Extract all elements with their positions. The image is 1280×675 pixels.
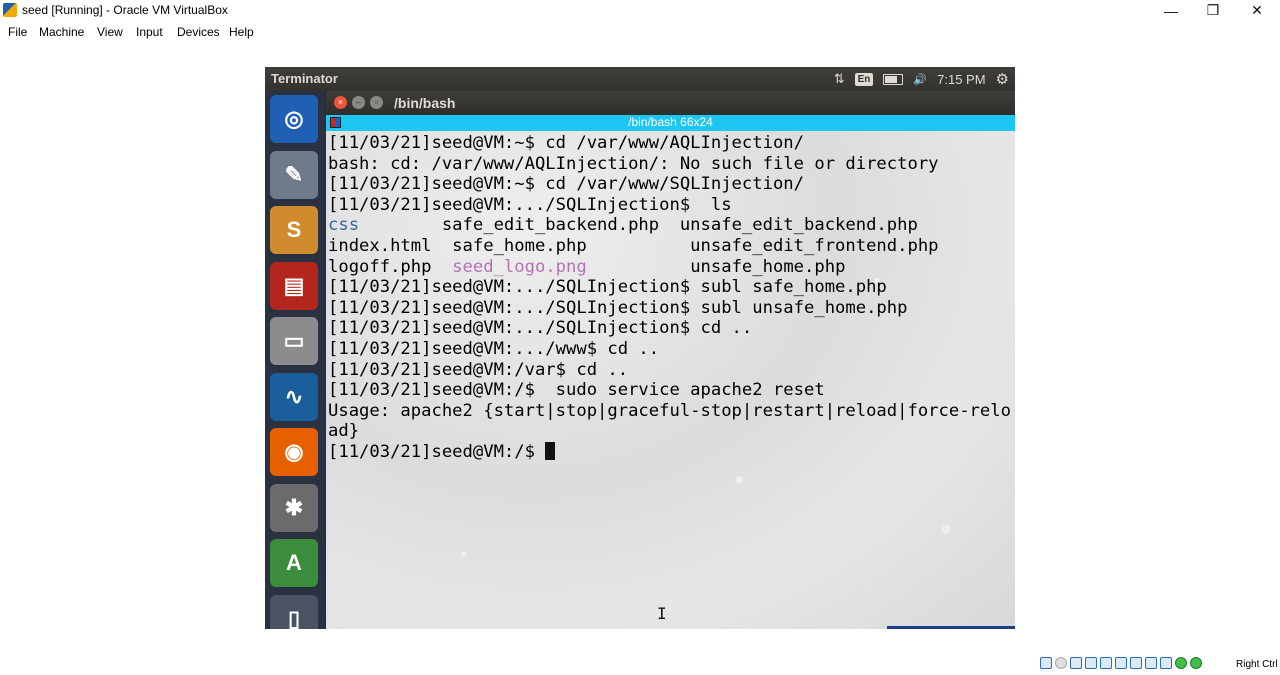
- terminal-close-icon[interactable]: ×: [334, 96, 347, 109]
- terminal-line: [11/03/21]seed@VM:.../SQLInjection$ cd .…: [328, 318, 1011, 339]
- terminal-text-segment: [11/03/21]seed@VM:.../SQLInjection$ subl…: [328, 297, 908, 318]
- launcher-trash-icon[interactable]: ▯: [270, 594, 318, 629]
- terminal-text-segment: ad}: [328, 421, 360, 442]
- terminal-line: [11/03/21]seed@VM:/$: [328, 441, 1011, 463]
- host-statusbar: Right Ctrl: [0, 655, 1280, 675]
- terminal-line: [11/03/21]seed@VM:~$ cd /var/www/SQLInje…: [328, 174, 1011, 195]
- terminal-text-segment: [11/03/21]seed@VM:.../SQLInjection$ cd .…: [328, 318, 753, 339]
- terminal-body[interactable]: [11/03/21]seed@VM:~$ cd /var/www/AQLInje…: [326, 131, 1015, 629]
- system-tray: ⇅ En 🔊 7:15 PM ⚙: [834, 70, 1009, 88]
- terminal-text-segment: [11/03/21]seed@VM:/var$ cd ..: [328, 359, 629, 380]
- terminal-line: logoff.php seed_logo.png unsafe_home.php: [328, 257, 1011, 278]
- audio-icon[interactable]: [1070, 657, 1082, 669]
- menu-machine[interactable]: Machine: [39, 25, 84, 39]
- terminal-line: index.html safe_home.php unsafe_edit_fro…: [328, 236, 1011, 257]
- terminal-line: ad}: [328, 421, 1011, 442]
- optical-drive-icon[interactable]: [1055, 657, 1067, 669]
- terminal-maximize-icon[interactable]: ▫: [370, 96, 383, 109]
- terminal-text-segment: [11/03/21]seed@VM:.../www$ cd ..: [328, 338, 660, 359]
- terminal-output: [11/03/21]seed@VM:~$ cd /var/www/AQLInje…: [328, 133, 1011, 463]
- launcher-software-updater-icon[interactable]: A: [270, 539, 318, 587]
- terminal-text-segment: seed_logo.png: [452, 256, 587, 277]
- launcher-firefox-icon[interactable]: ◉: [270, 428, 318, 476]
- terminal-window-title: /bin/bash: [394, 95, 456, 111]
- terminal-text-segment: [11/03/21]seed@VM:.../SQLInjection$ ls: [328, 194, 732, 215]
- cpu-icon[interactable]: [1175, 657, 1187, 669]
- terminal-line: [11/03/21]seed@VM:/$ sudo service apache…: [328, 380, 1011, 401]
- host-menubar: File Machine View Input Devices Help: [0, 22, 1280, 42]
- virtualbox-icon: [3, 3, 17, 17]
- launcher-sublime-text-icon[interactable]: S: [270, 206, 318, 254]
- usb-icon[interactable]: [1100, 657, 1112, 669]
- video-capture-icon[interactable]: [1145, 657, 1157, 669]
- terminal-line: [11/03/21]seed@VM:/var$ cd ..: [328, 360, 1011, 381]
- menu-input[interactable]: Input: [136, 25, 163, 39]
- menu-devices[interactable]: Devices: [177, 25, 220, 39]
- hard-disk-icon[interactable]: [1040, 657, 1052, 669]
- terminal-text-segment: logoff.php: [328, 256, 453, 277]
- terminal-line: [11/03/21]seed@VM:.../SQLInjection$ ls: [328, 195, 1011, 216]
- terminal-text-segment: safe_edit_backend.php unsafe_edit_backen…: [359, 215, 918, 236]
- terminal-text-segment: [11/03/21]seed@VM:~$ cd /var/www/SQLInje…: [328, 174, 804, 195]
- keyboard-language-indicator[interactable]: En: [854, 72, 874, 86]
- vm-status-icons: [1040, 657, 1202, 669]
- terminal-line: bash: cd: /var/www/AQLInjection/: No suc…: [328, 154, 1011, 175]
- guest-top-panel: Terminator ⇅ En 🔊 7:15 PM ⚙: [265, 67, 1015, 91]
- network-adapter-icon[interactable]: [1085, 657, 1097, 669]
- virtualization-icon[interactable]: [1160, 657, 1172, 669]
- terminal-titlebar: × – ▫ /bin/bash: [326, 91, 1015, 115]
- launcher-system-settings-icon[interactable]: ✱: [270, 483, 318, 532]
- terminal-minimize-icon[interactable]: –: [352, 96, 365, 109]
- terminal-text-segment: index.html safe_home.php unsafe_edit_fro…: [328, 235, 939, 256]
- terminal-text-segment: [11/03/21]seed@VM:~$ cd /var/www/AQLInje…: [328, 133, 804, 153]
- launcher-wireshark-icon[interactable]: ∿: [270, 372, 318, 421]
- active-app-name: Terminator: [271, 71, 338, 86]
- terminal-line: [11/03/21]seed@VM:.../www$ cd ..: [328, 339, 1011, 360]
- gear-icon[interactable]: ⚙: [996, 70, 1009, 88]
- close-button[interactable]: ✕: [1234, 0, 1280, 21]
- host-key-label: Right Ctrl: [1236, 659, 1278, 670]
- terminal-line: Usage: apache2 {start|stop|graceful-stop…: [328, 401, 1011, 422]
- network-icon[interactable]: ⇅: [834, 71, 845, 87]
- text-cursor: [545, 441, 556, 460]
- display-icon[interactable]: [1130, 657, 1142, 669]
- host-titlebar: seed [Running] - Oracle VM VirtualBox — …: [0, 0, 1280, 21]
- menu-view[interactable]: View: [97, 25, 123, 39]
- menu-help[interactable]: Help: [229, 25, 254, 39]
- mouse-integration-icon[interactable]: [1190, 657, 1202, 669]
- terminal-text-segment: Usage: apache2 {start|stop|graceful-stop…: [328, 400, 1011, 421]
- battery-icon[interactable]: [883, 73, 904, 85]
- terminal-text-segment: [11/03/21]seed@VM:.../SQLInjection$ subl…: [328, 277, 887, 298]
- terminal-tab-title: /bin/bash 66x24: [628, 115, 713, 129]
- shared-folders-icon[interactable]: [1115, 657, 1127, 669]
- terminal-tab-bar[interactable]: /bin/bash 66x24: [326, 115, 1015, 131]
- terminal-line: css safe_edit_backend.php unsafe_edit_ba…: [328, 215, 1011, 236]
- terminal-text-segment: bash: cd: /var/www/AQLInjection/: No suc…: [328, 153, 939, 174]
- launcher-text-editor-icon[interactable]: ✎: [270, 150, 318, 199]
- terminal-text-segment: unsafe_home.php: [586, 256, 846, 277]
- volume-icon[interactable]: 🔊: [913, 73, 927, 86]
- terminal-bottom-accent: [887, 626, 1015, 629]
- guest-screen[interactable]: Terminator ⇅ En 🔊 7:15 PM ⚙ ◎ ✎ S ▤ ▭ ∿ ◉ ✱ A ▯ ×…: [265, 67, 1015, 629]
- terminal-line: [11/03/21]seed@VM:~$ cd /var/www/AQLInje…: [328, 133, 1011, 154]
- terminal-line: [11/03/21]seed@VM:.../SQLInjection$ subl…: [328, 298, 1011, 319]
- terminal-text-segment: [11/03/21]seed@VM:/$: [328, 441, 546, 462]
- mouse-ibeam-cursor-icon: I: [657, 604, 667, 623]
- terminal-line: [11/03/21]seed@VM:.../SQLInjection$ subl…: [328, 277, 1011, 298]
- launcher-file-manager-icon[interactable]: ▭: [270, 317, 318, 365]
- clock[interactable]: 7:15 PM: [937, 72, 985, 87]
- launcher: ◎ ✎ S ▤ ▭ ∿ ◉ ✱ A ▯: [265, 91, 325, 629]
- restore-button[interactable]: ❐: [1190, 0, 1236, 21]
- menu-file[interactable]: File: [8, 25, 27, 39]
- minimize-button[interactable]: —: [1148, 0, 1194, 21]
- host-window-title: seed [Running] - Oracle VM VirtualBox: [22, 3, 228, 17]
- terminal-text-segment: [11/03/21]seed@VM:/$ sudo service apache…: [328, 380, 825, 401]
- terminal-text-segment: css: [328, 215, 360, 236]
- launcher-ubuntu-dash-icon[interactable]: ◎: [270, 95, 318, 143]
- launcher-terminal-app-icon[interactable]: ▤: [270, 261, 318, 310]
